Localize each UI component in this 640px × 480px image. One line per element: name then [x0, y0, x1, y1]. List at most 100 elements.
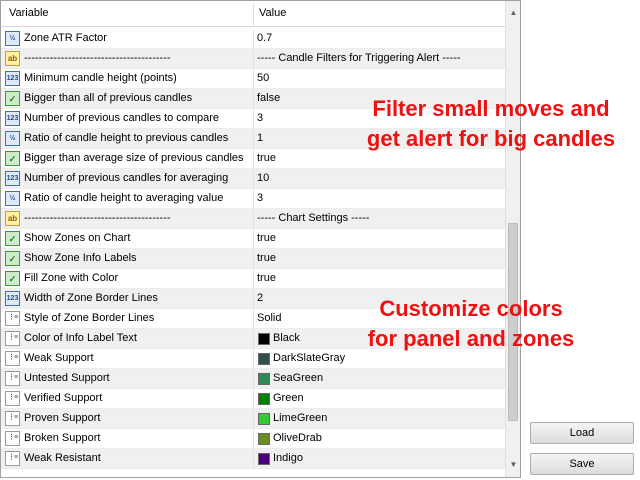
- color-icon: ⋮≡: [5, 451, 20, 466]
- parameter-value[interactable]: true: [257, 232, 276, 244]
- parameter-value[interactable]: Solid: [257, 312, 281, 324]
- parameter-name: Fill Zone with Color: [24, 272, 119, 284]
- parameter-name: Untested Support: [24, 372, 110, 384]
- parameter-value[interactable]: 10: [257, 172, 269, 184]
- fraction-icon: ½: [5, 131, 20, 146]
- color-icon: ⋮≡: [5, 331, 20, 346]
- color-icon: ⋮≡: [5, 391, 20, 406]
- parameter-name: Number of previous candles to compare: [24, 112, 220, 124]
- parameter-name: Number of previous candles for averaging: [24, 172, 229, 184]
- parameter-name: Proven Support: [24, 412, 101, 424]
- parameter-row[interactable]: ⋮≡ Verified Support Green: [1, 389, 505, 409]
- parameter-value[interactable]: 50: [257, 72, 269, 84]
- boolean-icon: ✓: [5, 271, 20, 286]
- inputs-grid: Variable Value ½ Zone ATR Factor 0.7 ab ----…: [0, 0, 521, 478]
- parameter-name: Bigger than average size of previous can…: [24, 152, 244, 164]
- color-swatch: [258, 373, 270, 385]
- parameter-value[interactable]: 2: [257, 292, 263, 304]
- parameter-row[interactable]: 123 Number of previous candles for averag…: [1, 169, 505, 189]
- parameter-name: Show Zone Info Labels: [24, 252, 137, 264]
- value-column-header[interactable]: Value: [259, 7, 286, 19]
- string-icon: ab: [5, 51, 20, 66]
- parameter-value[interactable]: SeaGreen: [273, 372, 323, 384]
- parameter-row[interactable]: ab --------------------------------------…: [1, 49, 505, 69]
- color-swatch: [258, 453, 270, 465]
- parameter-name: Bigger than all of previous candles: [24, 92, 193, 104]
- parameter-value[interactable]: ----- Chart Settings -----: [257, 212, 369, 224]
- parameter-row[interactable]: ½ Zone ATR Factor 0.7: [1, 29, 505, 49]
- color-icon: ⋮≡: [5, 411, 20, 426]
- parameter-name: ----------------------------------------: [24, 52, 171, 64]
- parameter-value[interactable]: DarkSlateGray: [273, 352, 345, 364]
- parameter-value[interactable]: 1: [257, 132, 263, 144]
- parameter-name: Weak Support: [24, 352, 94, 364]
- parameter-row[interactable]: ⋮≡ Broken Support OliveDrab: [1, 429, 505, 449]
- parameter-value[interactable]: false: [257, 92, 280, 104]
- boolean-icon: ✓: [5, 151, 20, 166]
- parameter-value[interactable]: Green: [273, 392, 304, 404]
- integer-icon: 123: [5, 71, 20, 86]
- parameter-name: Minimum candle height (points): [24, 72, 177, 84]
- parameter-value[interactable]: Indigo: [273, 452, 303, 464]
- filter-annotation-line2: get alert for big candles: [366, 126, 616, 151]
- filter-annotation: Filter small moves and get alert for big…: [346, 94, 636, 154]
- scroll-up-arrow-icon[interactable]: ▲: [506, 5, 520, 21]
- parameter-name: Color of Info Label Text: [24, 332, 137, 344]
- parameter-name: Broken Support: [24, 432, 101, 444]
- color-icon: ⋮≡: [5, 431, 20, 446]
- parameter-name: Ratio of candle height to previous candl…: [24, 132, 229, 144]
- variable-column-header[interactable]: Variable: [9, 7, 49, 19]
- parameter-row[interactable]: ✓ Show Zones on Chart true: [1, 229, 505, 249]
- integer-icon: 123: [5, 291, 20, 306]
- integer-icon: 123: [5, 111, 20, 126]
- parameter-name: Weak Resistant: [24, 452, 101, 464]
- save-button[interactable]: Save: [530, 453, 634, 475]
- parameter-row[interactable]: ⋮≡ Weak Resistant Indigo: [1, 449, 505, 469]
- color-swatch: [258, 393, 270, 405]
- color-icon: ⋮≡: [5, 351, 20, 366]
- color-icon: ⋮≡: [5, 371, 20, 386]
- parameter-value[interactable]: 0.7: [257, 32, 272, 44]
- parameter-row[interactable]: ½ Ratio of candle height to averaging val…: [1, 189, 505, 209]
- parameter-value[interactable]: 3: [257, 112, 263, 124]
- color-swatch: [258, 413, 270, 425]
- parameter-value[interactable]: Black: [273, 332, 300, 344]
- color-swatch: [258, 353, 270, 365]
- parameter-row[interactable]: ✓ Show Zone Info Labels true: [1, 249, 505, 269]
- list-icon: ⋮≡: [5, 311, 20, 326]
- scroll-down-arrow-icon[interactable]: ▼: [506, 457, 520, 473]
- parameter-value[interactable]: true: [257, 272, 276, 284]
- color-swatch: [258, 333, 270, 345]
- parameter-value[interactable]: OliveDrab: [273, 432, 322, 444]
- colors-annotation: Customize colors for panel and zones: [346, 294, 596, 354]
- grid-header: Variable Value: [1, 1, 505, 27]
- color-swatch: [258, 433, 270, 445]
- parameter-name: Ratio of candle height to averaging valu…: [24, 192, 224, 204]
- fraction-icon: ½: [5, 191, 20, 206]
- parameter-row[interactable]: ⋮≡ Untested Support SeaGreen: [1, 369, 505, 389]
- parameter-name: Verified Support: [24, 392, 103, 404]
- string-icon: ab: [5, 211, 20, 226]
- parameter-name: Style of Zone Border Lines: [24, 312, 155, 324]
- load-button[interactable]: Load: [530, 422, 634, 444]
- vertical-scrollbar[interactable]: ▲ ▼: [505, 1, 520, 477]
- colors-annotation-line1: Customize colors: [379, 296, 563, 321]
- parameter-row[interactable]: ⋮≡ Proven Support LimeGreen: [1, 409, 505, 429]
- parameter-name: Zone ATR Factor: [24, 32, 107, 44]
- boolean-icon: ✓: [5, 251, 20, 266]
- parameter-value[interactable]: 3: [257, 192, 263, 204]
- parameter-value[interactable]: true: [257, 152, 276, 164]
- colors-annotation-line2: for panel and zones: [367, 326, 575, 351]
- parameter-value[interactable]: LimeGreen: [273, 412, 327, 424]
- parameter-row[interactable]: 123 Minimum candle height (points) 50: [1, 69, 505, 89]
- filter-annotation-line1: Filter small moves and: [372, 96, 610, 121]
- parameter-value[interactable]: true: [257, 252, 276, 264]
- fraction-icon: ½: [5, 31, 20, 46]
- parameter-name: Show Zones on Chart: [24, 232, 131, 244]
- boolean-icon: ✓: [5, 91, 20, 106]
- parameter-row[interactable]: ab --------------------------------------…: [1, 209, 505, 229]
- parameter-name: ----------------------------------------: [24, 212, 171, 224]
- parameter-name: Width of Zone Border Lines: [24, 292, 158, 304]
- parameter-value[interactable]: ----- Candle Filters for Triggering Aler…: [257, 52, 461, 64]
- parameter-row[interactable]: ✓ Fill Zone with Color true: [1, 269, 505, 289]
